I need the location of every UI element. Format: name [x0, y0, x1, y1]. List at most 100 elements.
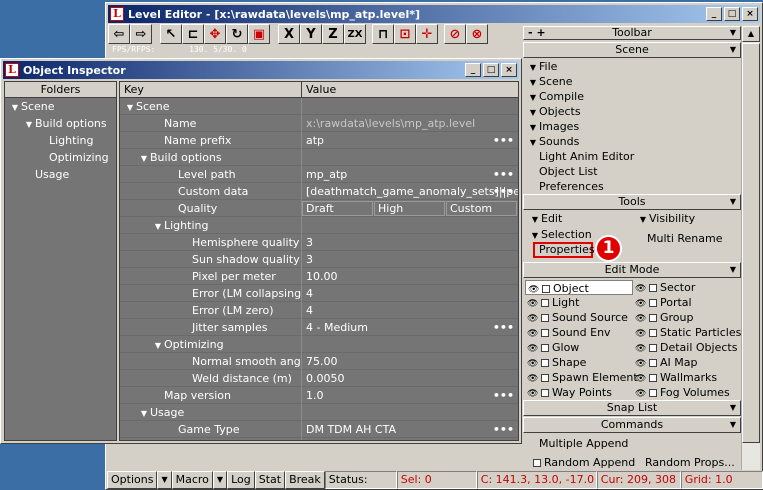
- ellipsis-button[interactable]: •••: [493, 387, 514, 404]
- scene-menu-item[interactable]: Light Anim Editor: [523, 149, 741, 164]
- checkbox-icon[interactable]: [542, 285, 550, 293]
- property-value[interactable]: 3: [302, 251, 518, 268]
- property-row[interactable]: ▼ Build options: [120, 149, 518, 166]
- property-row[interactable]: Error (LM collapsing) 4: [120, 285, 518, 302]
- edit-mode-header[interactable]: Edit Mode ▼: [523, 262, 741, 278]
- scene-menu-item[interactable]: ▼ Images: [523, 119, 741, 134]
- scale-icon[interactable]: ▣: [248, 24, 270, 44]
- property-row[interactable]: Pixel per meter 10.00: [120, 268, 518, 285]
- checkbox-icon[interactable]: [649, 389, 657, 397]
- property-value[interactable]: x:\rawdata\levels\mp_atp.level: [302, 115, 518, 132]
- properties-button[interactable]: Properties: [533, 242, 595, 258]
- collapse-expand-buttons[interactable]: - +: [528, 27, 546, 39]
- scene-menu-item[interactable]: Preferences: [523, 179, 741, 194]
- level-editor-title-bar[interactable]: L Level Editor - [x:\rawdata\levels\mp_a…: [108, 5, 760, 23]
- move-icon[interactable]: ✥: [204, 24, 226, 44]
- checkbox-icon[interactable]: [533, 459, 541, 467]
- commands-header[interactable]: Commands ▼: [523, 417, 741, 433]
- property-row[interactable]: Level path mp_atp •••: [120, 166, 518, 183]
- scene-section-header[interactable]: Scene ▼: [523, 42, 741, 58]
- edit-mode-item[interactable]: 👁 Group: [633, 310, 741, 325]
- edit-mode-item[interactable]: 👁 Detail Objects: [633, 340, 741, 355]
- property-row[interactable]: ▼ Usage: [120, 404, 518, 421]
- multi-rename-button[interactable]: Multi Rename: [643, 231, 723, 246]
- quality-option-button[interactable]: Draft: [302, 201, 373, 216]
- checkbox-icon[interactable]: [541, 359, 549, 367]
- scene-menu-item[interactable]: ▼ Objects: [523, 104, 741, 119]
- snap-list-header[interactable]: Snap List ▼: [523, 400, 741, 416]
- checkbox-icon[interactable]: [649, 314, 657, 322]
- zoom-icon[interactable]: ⊘: [444, 24, 466, 44]
- key-column-header[interactable]: Key: [124, 82, 144, 97]
- property-value[interactable]: 4: [302, 302, 518, 319]
- property-value[interactable]: 3: [302, 234, 518, 251]
- property-row[interactable]: Game Type DM TDM AH CTA •••: [120, 421, 518, 438]
- property-row[interactable]: Custom data [deathmatch_game_anomaly_sets…: [120, 183, 518, 200]
- checkbox-icon[interactable]: [649, 359, 657, 367]
- ellipsis-button[interactable]: •••: [493, 421, 514, 438]
- checkbox-icon[interactable]: [541, 389, 549, 397]
- checkbox-icon[interactable]: [541, 344, 549, 352]
- property-value[interactable]: Draft High Custom: [302, 200, 518, 217]
- property-row[interactable]: Normal smooth angle 75.00: [120, 353, 518, 370]
- toolbar-scrollbar[interactable]: ▲: [741, 26, 760, 470]
- property-row[interactable]: Error (LM zero) 4: [120, 302, 518, 319]
- scene-menu-item[interactable]: ▼ Compile: [523, 89, 741, 104]
- ellipsis-button[interactable]: •••: [493, 319, 514, 336]
- inspector-minimize-button[interactable]: _: [465, 63, 481, 77]
- checkbox-icon[interactable]: [541, 329, 549, 337]
- axis-z-button[interactable]: Z: [322, 24, 344, 44]
- edit-mode-item[interactable]: 👁 Object: [525, 280, 633, 295]
- checkbox-icon[interactable]: [541, 314, 549, 322]
- quality-option-button[interactable]: Custom: [446, 201, 517, 216]
- close-button[interactable]: ×: [742, 7, 758, 21]
- property-row[interactable]: Jitter samples 4 - Medium •••: [120, 319, 518, 336]
- break-button[interactable]: Break: [285, 471, 325, 489]
- property-value[interactable]: 75.00: [302, 353, 518, 370]
- folder-item[interactable]: Optimizing: [5, 149, 116, 166]
- property-row[interactable]: Name x:\rawdata\levels\mp_atp.level: [120, 115, 518, 132]
- scene-menu-item[interactable]: Object List: [523, 164, 741, 179]
- rotate-icon[interactable]: ↻: [226, 24, 248, 44]
- add-object-icon[interactable]: ⊏: [182, 24, 204, 44]
- property-row[interactable]: ▼ Scene: [120, 98, 518, 115]
- snap-vertex-icon[interactable]: ✛: [416, 24, 438, 44]
- tools-edit[interactable]: ▼ Edit: [525, 211, 562, 226]
- property-value[interactable]: 4 - Medium •••: [302, 319, 518, 336]
- edit-mode-item[interactable]: 👁 Glow: [525, 340, 633, 355]
- property-row[interactable]: Sun shadow quality [0-3] 3: [120, 251, 518, 268]
- folder-item[interactable]: Usage: [5, 166, 116, 183]
- property-value[interactable]: [deathmatch_game_anomaly_sets]||permar••…: [302, 183, 518, 200]
- axis-zx-button[interactable]: ZX: [344, 24, 366, 44]
- edit-mode-item[interactable]: 👁 Portal: [633, 295, 741, 310]
- folder-item[interactable]: ▼ Build options: [5, 115, 116, 132]
- folder-item[interactable]: ▼ Scene: [5, 98, 116, 115]
- inspector-title-bar[interactable]: L Object Inspector _ □ ×: [3, 61, 519, 79]
- tools-section-header[interactable]: Tools ▼: [523, 194, 741, 210]
- log-button[interactable]: Log: [227, 471, 255, 489]
- property-value[interactable]: 1.0 •••: [302, 387, 518, 404]
- edit-mode-item[interactable]: 👁 Static Particles: [633, 325, 741, 340]
- inspector-maximize-button[interactable]: □: [483, 63, 499, 77]
- maximize-button[interactable]: □: [724, 7, 740, 21]
- edit-mode-item[interactable]: 👁 Sound Env: [525, 325, 633, 340]
- stat-button[interactable]: Stat: [254, 471, 286, 489]
- ellipsis-button[interactable]: •••: [493, 166, 514, 183]
- property-value[interactable]: 4: [302, 285, 518, 302]
- checkbox-icon[interactable]: [541, 299, 549, 307]
- random-props-button[interactable]: Random Props...: [641, 455, 735, 470]
- options-dropdown-icon[interactable]: ▼: [157, 471, 172, 489]
- checkbox-icon[interactable]: [649, 374, 657, 382]
- tools-visibility[interactable]: ▼ Visibility: [633, 211, 695, 226]
- select-cursor-icon[interactable]: ↖: [160, 24, 182, 44]
- edit-mode-item[interactable]: 👁 Fog Volumes: [633, 385, 741, 400]
- edit-mode-item[interactable]: 👁 Shape: [525, 355, 633, 370]
- edit-mode-item[interactable]: 👁 Sound Source: [525, 310, 633, 325]
- checkbox-icon[interactable]: [649, 329, 657, 337]
- redo-arrow-icon[interactable]: ⇨: [130, 24, 152, 44]
- scene-menu-item[interactable]: ▼ File: [523, 59, 741, 74]
- inspector-close-button[interactable]: ×: [501, 63, 517, 77]
- checkbox-icon[interactable]: [649, 344, 657, 352]
- property-value[interactable]: 0.0050: [302, 370, 518, 387]
- checkbox-icon[interactable]: [541, 374, 549, 382]
